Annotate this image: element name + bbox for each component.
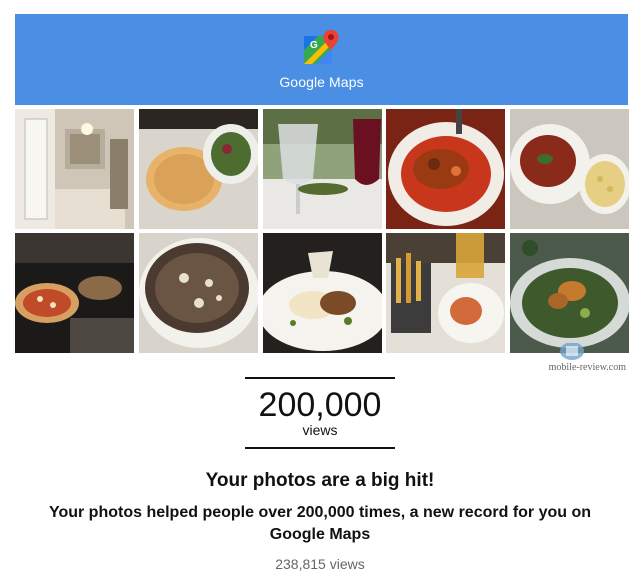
message-body: Your photos helped people over 200,000 t…: [48, 504, 592, 543]
photo-tile-4[interactable]: [386, 109, 506, 229]
soup-and-pasta-photo: [510, 109, 629, 229]
total-views: 238,815 views: [275, 556, 365, 572]
photo-tile-6[interactable]: [15, 233, 134, 353]
photo-tile-8[interactable]: [262, 233, 382, 353]
restaurant-interior-photo: [15, 109, 134, 229]
wine-glasses-photo: [262, 109, 382, 229]
headline: Your photos are a big hit!: [205, 470, 435, 491]
views-stat-box: 200,000 views: [245, 377, 395, 449]
pizza-oven-photo: [15, 233, 134, 353]
pizza-with-mushrooms-photo: [138, 233, 258, 353]
rice-and-salad-photo: [138, 109, 258, 229]
google-maps-logo-icon: G: [302, 28, 342, 68]
photo-grid: [15, 109, 629, 353]
brand-name: Google Maps: [279, 74, 364, 90]
photo-tile-2[interactable]: [138, 109, 258, 229]
photo-tile-10[interactable]: [510, 233, 629, 353]
photo-tile-1[interactable]: [15, 109, 134, 229]
header-banner: G Google Maps: [15, 14, 628, 105]
photo-tile-3[interactable]: [262, 109, 382, 229]
photo-tile-5[interactable]: [510, 109, 629, 229]
fries-and-beer-photo: [386, 233, 506, 353]
views-count: 200,000: [258, 386, 382, 424]
plated-meat-dish-photo: [262, 233, 382, 353]
photo-tile-7[interactable]: [138, 233, 258, 353]
salad-bowl-photo: [510, 233, 629, 353]
views-label: views: [302, 422, 338, 438]
photo-tile-9[interactable]: [386, 233, 506, 353]
stewed-dish-photo: [386, 109, 506, 229]
svg-text:G: G: [310, 40, 318, 51]
watermark-text: mobile-review.com: [548, 362, 626, 373]
